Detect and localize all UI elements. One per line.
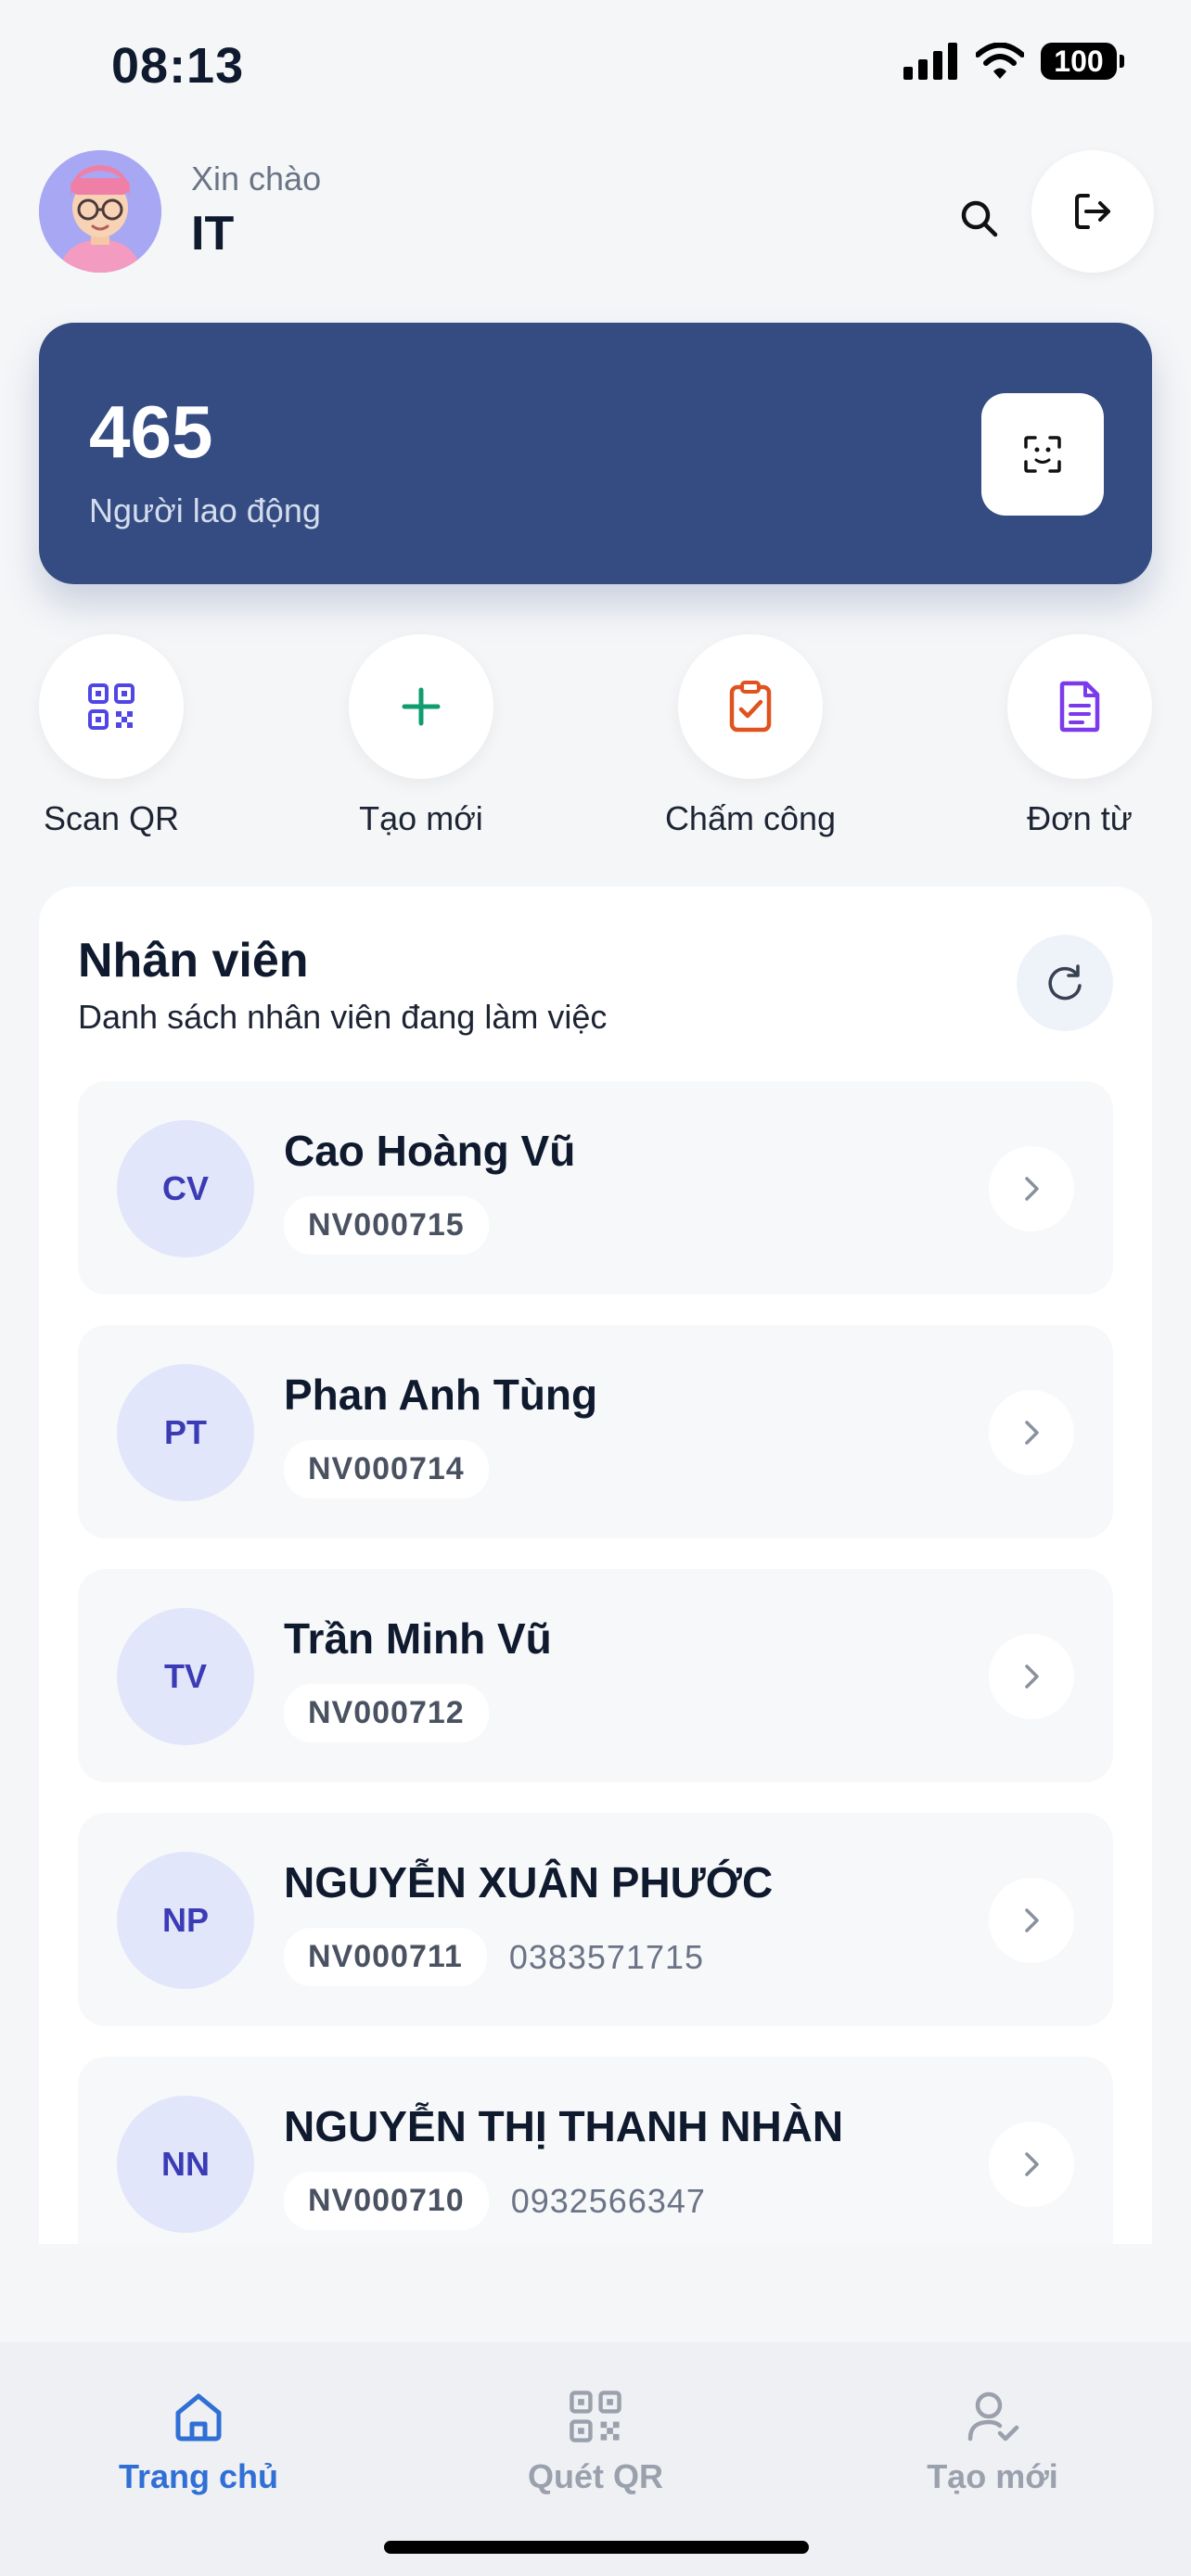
quick-action-create[interactable]: Tạo mới bbox=[310, 634, 532, 838]
employee-name: NGUYỄN XUÂN PHƯỚC bbox=[284, 1858, 774, 1906]
avatar-illustration bbox=[39, 150, 161, 273]
employee-phone: 0932566347 bbox=[510, 2181, 706, 2220]
quick-action-label: Scan QR bbox=[43, 799, 180, 837]
logout-icon bbox=[1075, 194, 1110, 229]
employee-code: NV000715 bbox=[284, 1196, 489, 1255]
user-check-icon bbox=[967, 2391, 1019, 2442]
search-icon bbox=[961, 200, 998, 237]
employee-count-label: Người lao động bbox=[89, 491, 321, 529]
employee-code: NV000712 bbox=[284, 1684, 489, 1742]
wifi-icon bbox=[976, 43, 1024, 79]
chevron-right-icon bbox=[1025, 2152, 1039, 2176]
employee-initials: CV bbox=[117, 1120, 254, 1257]
employee-row[interactable]: NP NGUYỄN XUÂN PHƯỚC NV000711 0383571715 bbox=[78, 1813, 1113, 2026]
employee-name: Trần Minh Vũ bbox=[284, 1614, 552, 1663]
employee-code: NV000711 bbox=[284, 1928, 487, 1986]
nav-item-home[interactable]: Trang chủ bbox=[59, 2389, 338, 2496]
battery-indicator: 100 bbox=[1041, 43, 1124, 80]
greeting-text: Xin chào bbox=[191, 159, 322, 198]
chevron-right-icon bbox=[1025, 1421, 1039, 1445]
face-scan-button[interactable] bbox=[981, 393, 1104, 516]
employee-meta: NV000715 bbox=[284, 1196, 489, 1255]
employee-meta: NV000710 0932566347 bbox=[284, 2172, 706, 2230]
chevron-right-icon bbox=[1025, 1908, 1039, 1932]
panel-subtitle: Danh sách nhân viên đang làm việc bbox=[78, 998, 608, 1036]
status-time: 08:13 bbox=[111, 38, 245, 94]
home-indicator bbox=[384, 2541, 809, 2554]
quick-action-requests[interactable]: Đơn từ bbox=[968, 634, 1191, 838]
employee-initials: PT bbox=[117, 1364, 254, 1501]
quick-action-label: Chấm công bbox=[664, 799, 837, 837]
search-button[interactable] bbox=[946, 185, 1011, 250]
employee-detail-button[interactable] bbox=[989, 2122, 1074, 2207]
employee-detail-button[interactable] bbox=[989, 1146, 1074, 1231]
home-icon bbox=[175, 2393, 222, 2442]
user-avatar[interactable] bbox=[39, 150, 161, 273]
employee-row[interactable]: PT Phan Anh Tùng NV000714 bbox=[78, 1325, 1113, 1538]
nav-label: Tạo mới bbox=[927, 2457, 1058, 2495]
employee-code: NV000710 bbox=[284, 2172, 489, 2230]
employee-initials: NP bbox=[117, 1852, 254, 1989]
employee-detail-button[interactable] bbox=[989, 1390, 1074, 1475]
employee-row[interactable]: TV Trần Minh Vũ NV000712 bbox=[78, 1569, 1113, 1782]
qr-code-icon bbox=[88, 683, 134, 730]
nav-item-create[interactable]: Tạo mới bbox=[853, 2389, 1132, 2496]
employee-detail-button[interactable] bbox=[989, 1878, 1074, 1963]
employee-row[interactable]: CV Cao Hoàng Vũ NV000715 bbox=[78, 1081, 1113, 1294]
refresh-icon bbox=[1048, 964, 1082, 1001]
employee-code: NV000714 bbox=[284, 1440, 489, 1498]
quick-action-create-circle[interactable] bbox=[349, 634, 493, 779]
plus-icon bbox=[402, 687, 441, 726]
status-icons: 100 bbox=[903, 43, 1124, 80]
signal-icon bbox=[903, 43, 957, 80]
document-icon bbox=[1059, 681, 1100, 733]
refresh-button[interactable] bbox=[1017, 935, 1113, 1031]
nav-label: Quét QR bbox=[527, 2457, 663, 2495]
employee-list: CV Cao Hoàng Vũ NV000715 PT Phan Anh Tùn… bbox=[78, 1081, 1113, 2244]
chevron-right-icon bbox=[1025, 1177, 1039, 1201]
quick-action-scan-qr[interactable]: Scan QR bbox=[0, 634, 223, 838]
employee-name: NGUYỄN THỊ THANH NHÀN bbox=[284, 2102, 844, 2150]
quick-action-requests-circle[interactable] bbox=[1007, 634, 1152, 779]
quick-action-scan-qr-circle[interactable] bbox=[39, 634, 184, 779]
employee-meta: NV000711 0383571715 bbox=[284, 1928, 704, 1986]
quick-action-attendance[interactable]: Chấm công bbox=[639, 634, 862, 838]
employee-count: 465 bbox=[89, 390, 213, 473]
face-scan-icon bbox=[1024, 436, 1061, 473]
logout-button[interactable] bbox=[1031, 150, 1154, 273]
employee-meta: NV000714 bbox=[284, 1440, 489, 1498]
quick-action-label: Tạo mới bbox=[359, 799, 483, 837]
panel-title: Nhân viên bbox=[78, 934, 309, 988]
quick-action-attendance-circle[interactable] bbox=[678, 634, 823, 779]
clipboard-check-icon bbox=[729, 681, 772, 733]
nav-item-scan-qr[interactable]: Quét QR bbox=[456, 2389, 735, 2496]
employee-name: Cao Hoàng Vũ bbox=[284, 1127, 576, 1175]
quick-action-label: Đơn từ bbox=[1027, 799, 1133, 837]
employee-detail-button[interactable] bbox=[989, 1634, 1074, 1719]
employee-name: Phan Anh Tùng bbox=[284, 1371, 598, 1419]
employee-meta: NV000712 bbox=[284, 1684, 489, 1742]
employee-initials: TV bbox=[117, 1608, 254, 1745]
employee-row[interactable]: NN NGUYỄN THỊ THANH NHÀN NV000710 093256… bbox=[78, 2057, 1113, 2244]
user-name: IT bbox=[191, 207, 235, 261]
qr-code-icon bbox=[570, 2391, 621, 2442]
chevron-right-icon bbox=[1025, 1664, 1039, 1689]
nav-label: Trang chủ bbox=[118, 2457, 279, 2495]
employee-initials: NN bbox=[117, 2096, 254, 2233]
employee-phone: 0383571715 bbox=[508, 1937, 705, 1976]
employee-panel: Nhân viên Danh sách nhân viên đang làm v… bbox=[39, 886, 1152, 2244]
